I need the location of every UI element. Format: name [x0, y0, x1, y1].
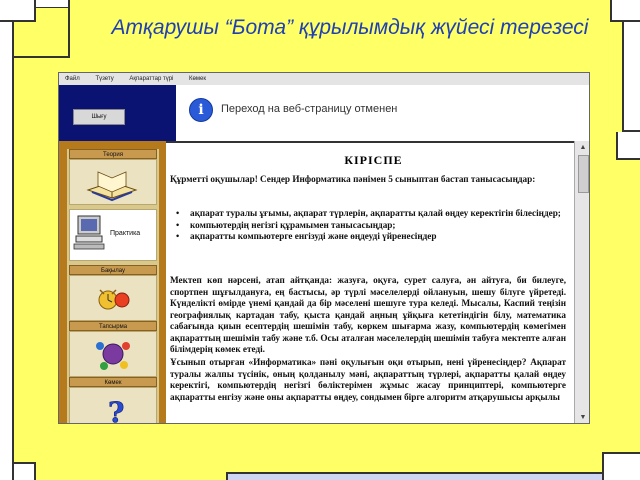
sidebar-panel: Теория Практика Бақылау Тапсырма Көмек ?: [67, 149, 159, 424]
computer-icon: Практика: [69, 209, 157, 261]
sidebar-item-theory[interactable]: Теория: [69, 149, 157, 205]
deco-white-top-bar: [36, 0, 70, 8]
sidebar-item-label: Теория: [69, 149, 157, 159]
content-paragraph: Мектеп көп нәрсені, атап айтқанда: жазуғ…: [170, 275, 566, 354]
deco-white-bottom-right: [602, 452, 640, 480]
slide-title: Атқарушы “Бота” құрылымдық жүйесі терезе…: [111, 16, 589, 39]
sidebar-item-practice[interactable]: Практика: [69, 209, 157, 261]
sidebar-item-control[interactable]: Бақылау: [69, 265, 157, 321]
app-window: Файл Түзету Ақпараттар түрі Көмек Шығу i…: [58, 72, 590, 424]
svg-text:?: ?: [108, 396, 124, 424]
header-dark-panel: Шығу: [59, 85, 176, 141]
deco-blue-strip: [226, 472, 602, 480]
deco-white-right-mid: [616, 132, 640, 160]
exit-button[interactable]: Шығу: [73, 109, 125, 125]
book-icon: [69, 159, 157, 205]
info-icon: i: [189, 98, 213, 122]
sidebar-item-task[interactable]: Тапсырма: [69, 321, 157, 377]
deco-white-left-bar: [0, 22, 14, 480]
sidebar: Теория Практика Бақылау Тапсырма Көмек ?: [59, 141, 168, 424]
alarm-clock-icon: [69, 275, 157, 321]
deco-vertical-line: [68, 0, 70, 56]
scroll-up-arrow-icon[interactable]: ▲: [578, 143, 588, 153]
exit-button-label: Шығу: [91, 114, 107, 120]
deco-white-right-bar: [622, 22, 640, 132]
menu-item-edit[interactable]: Түзету: [95, 76, 113, 82]
content-intro: Құрметті оқушылар! Сендер Информатика пә…: [170, 174, 536, 184]
menu-item-file[interactable]: Файл: [65, 76, 80, 82]
list-item: ақпаратты компьютерге енгізуді және өңде…: [176, 231, 564, 243]
content-paragraph: Ұсынып отырған «Информатика» пәні оқулығ…: [170, 357, 566, 402]
sidebar-item-label: Бақылау: [69, 265, 157, 275]
list-item: компьютердің негізгі құрамымен танысасың…: [176, 220, 564, 232]
deco-white-top-left: [0, 0, 36, 22]
app-header: Шығу i Переход на веб-страницу отменен: [59, 85, 589, 142]
sidebar-item-label: Тапсырма: [69, 321, 157, 331]
scrollbar-thumb[interactable]: [578, 155, 589, 193]
list-item: ақпарат туралы ұғымы, ақпарат түрлерін, …: [176, 208, 564, 220]
question-mark-icon: ?: [69, 387, 157, 424]
content-bullet-list: ақпарат туралы ұғымы, ақпарат түрлерін, …: [176, 208, 564, 243]
sidebar-item-help[interactable]: Көмек ?: [69, 377, 157, 424]
menu-item-help[interactable]: Көмек: [189, 76, 206, 82]
content-panel: КІРІСПЕ Құрметті оқушылар! Сендер Информ…: [166, 141, 581, 423]
sidebar-item-label: Практика: [110, 230, 141, 237]
deco-white-bottom-left: [14, 462, 36, 480]
menu-item-info-types[interactable]: Ақпараттар түрі: [129, 76, 173, 82]
deco-horizontal-line: [14, 56, 70, 58]
molecule-icon: [69, 331, 157, 377]
sidebar-item-label: Көмек: [69, 377, 157, 387]
content-heading: КІРІСПЕ: [344, 153, 403, 167]
scroll-down-arrow-icon[interactable]: ▼: [578, 413, 588, 423]
deco-white-top-right: [610, 0, 640, 22]
vertical-scrollbar[interactable]: ▲ ▼: [574, 141, 589, 423]
navigation-canceled-message: Переход на веб-страницу отменен: [221, 103, 398, 115]
